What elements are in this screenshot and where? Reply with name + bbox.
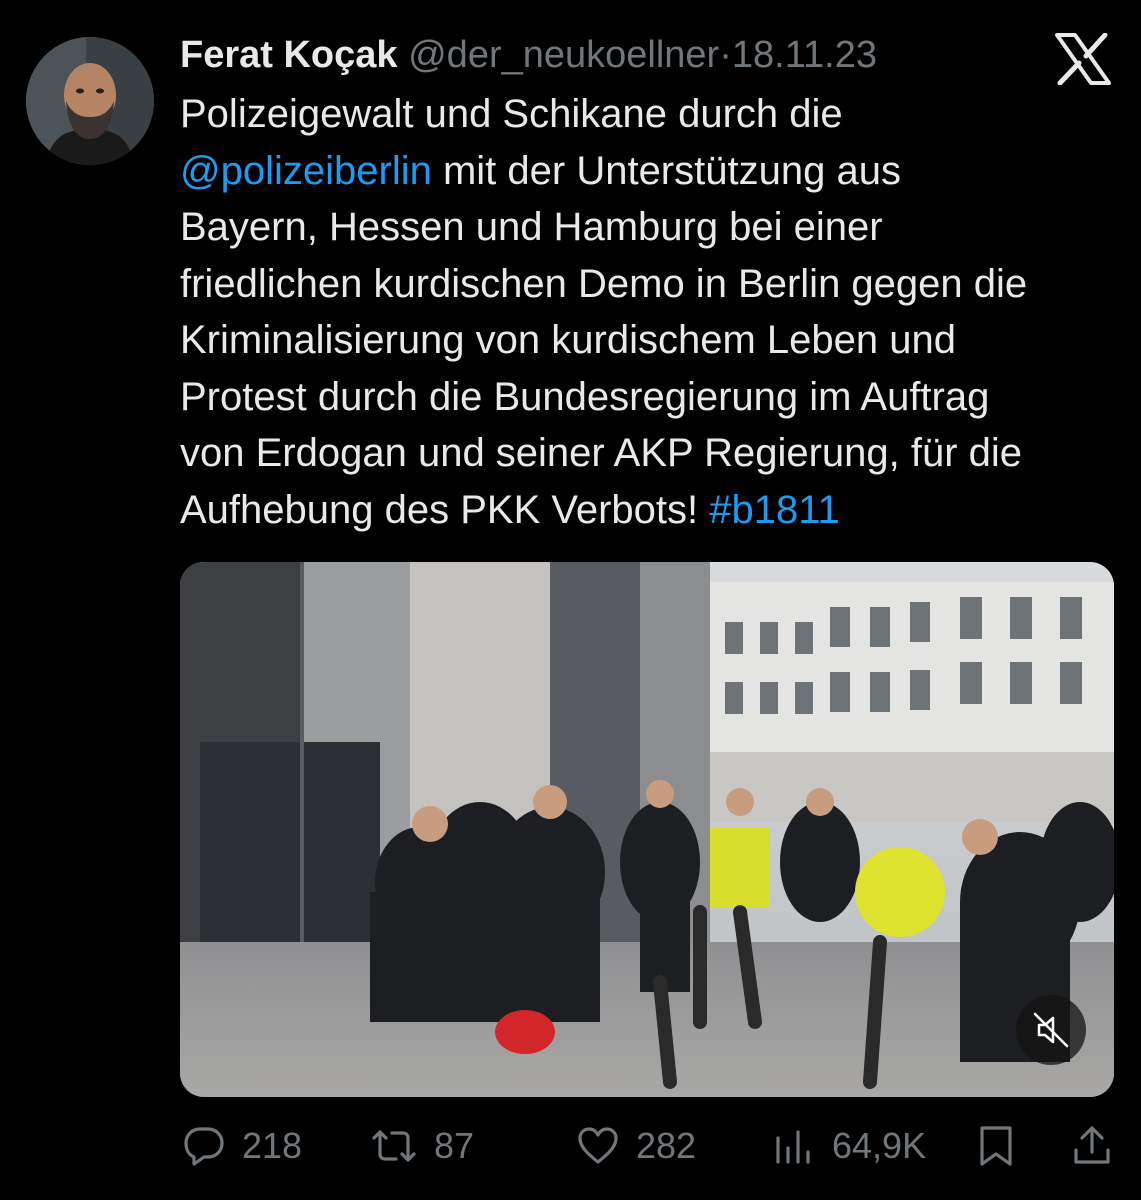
video-frame [180,562,1114,1097]
like-count: 282 [636,1125,697,1166]
author-handle[interactable]: @der_neukoellner [408,34,719,76]
tweet-text-segment: Aufhebung des PKK Verbots! [180,487,710,532]
x-logo-icon[interactable] [1055,32,1111,86]
like-button[interactable]: 282 [576,1118,696,1174]
reply-count: 218 [242,1125,303,1166]
repost-count: 87 [434,1125,475,1166]
tweet-text-line: Protest durch die Bundesregierung im Auf… [180,369,1125,426]
author-name[interactable]: Ferat Koçak [180,34,398,76]
tweet-text: Polizeigewalt und Schikane durch die @pol… [180,86,1125,538]
mute-toggle-button[interactable] [1016,995,1086,1065]
header-separator: · [719,34,732,76]
tweet-action-bar: 218 87 282 64,9K [180,1118,1115,1174]
hashtag-link[interactable]: #b1811 [709,488,840,532]
avatar-image [26,37,154,165]
mention-link[interactable]: @polizeiberlin [180,149,432,193]
tweet-text-line: Polizeigewalt und Schikane durch die [180,86,1125,143]
tweet-text-line: Bayern, Hessen und Hamburg bei einer [180,199,1125,256]
tweet-date[interactable]: 18.11.23 [732,34,877,76]
tweet-text-segment: mit der Unterstützung aus [431,148,901,193]
tweet-text-line: friedlichen kurdischen Demo in Berlin ge… [180,256,1125,313]
reply-button[interactable]: 218 [182,1118,302,1174]
reply-icon [184,1127,224,1166]
share-button[interactable] [1072,1118,1128,1174]
views-chart-icon [776,1130,810,1164]
views-count: 64,9K [832,1125,927,1166]
bookmark-icon [980,1126,1012,1166]
share-icon [1074,1126,1110,1164]
heart-icon [578,1127,618,1164]
repost-button[interactable]: 87 [370,1118,474,1174]
tweet-text-segment: Protest durch die Bundesregierung im Auf… [180,374,990,419]
tweet-video[interactable] [180,562,1114,1097]
tweet-text-segment: friedlichen kurdischen Demo in Berlin ge… [180,261,1028,306]
tweet-text-segment: von Erdogan und seiner AKP Regierung, fü… [180,431,1023,475]
tweet-text-line: Kriminalisierung von kurdischem Leben un… [180,312,1125,369]
speaker-muted-icon [1033,1012,1069,1048]
views-button[interactable]: 64,9K [772,1118,926,1174]
tweet-header: Ferat Koçak @der_neukoellner·18.11.23 [180,28,877,82]
tweet-text-segment: Bayern, Hessen und Hamburg bei einer [180,205,883,249]
tweet-text-segment: Polizeigewalt und Schikane durch die [180,92,843,136]
repost-icon [372,1130,416,1162]
tweet-text-line: Aufhebung des PKK Verbots! #b1811 [180,482,1125,539]
tweet-text-line: @polizeiberlin mit der Unterstützung aus [180,143,1125,200]
tweet-text-segment: Kriminalisierung von kurdischem Leben un… [180,318,956,362]
bookmark-button[interactable] [976,1118,1032,1174]
tweet-text-line: von Erdogan und seiner AKP Regierung, fü… [180,425,1125,482]
author-avatar[interactable] [26,37,154,165]
